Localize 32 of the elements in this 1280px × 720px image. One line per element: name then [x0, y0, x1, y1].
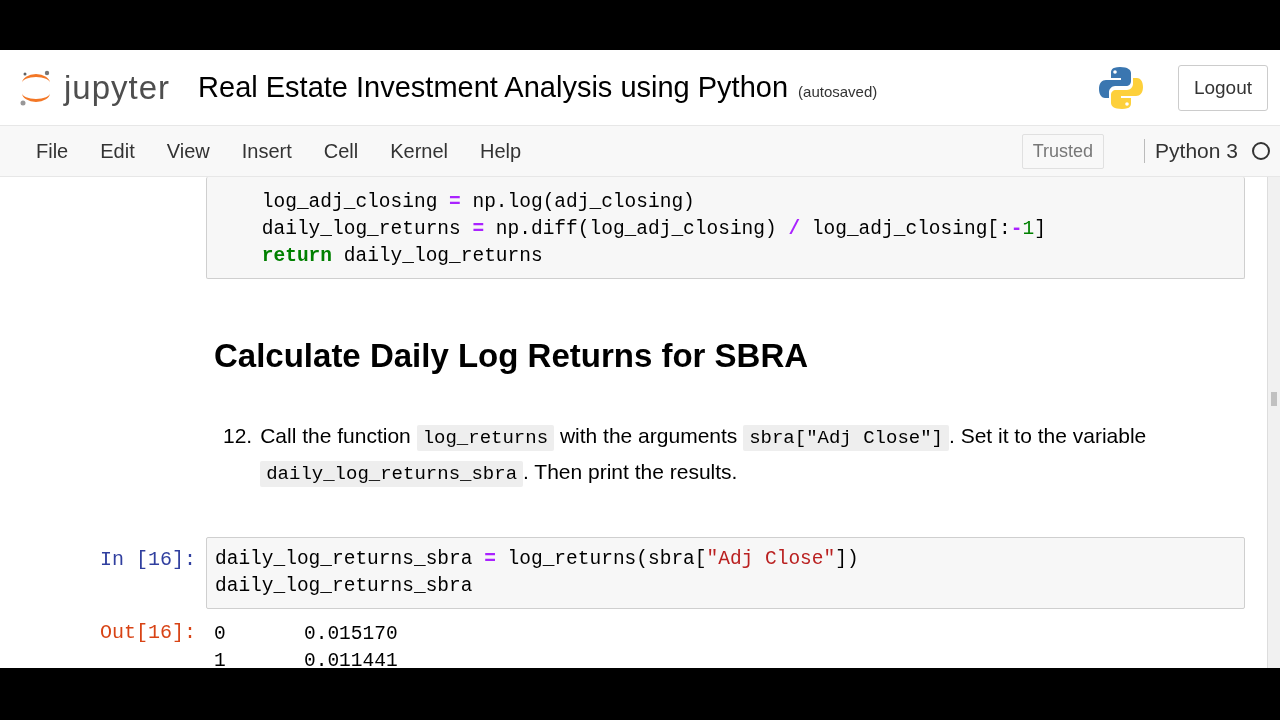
code-line: daily_log_returns = np.diff(log_adj_closing) / log_adj_closing[:-1]: [260, 218, 1046, 240]
trusted-button[interactable]: Trusted: [1021, 133, 1105, 169]
output-value: 0.011441: [304, 649, 398, 668]
scrollbar[interactable]: [1267, 177, 1280, 668]
list-number: 12.: [223, 423, 253, 449]
menu-item[interactable]: Help: [464, 139, 538, 163]
output-index: 1: [214, 649, 227, 668]
menu-item[interactable]: Cell: [307, 139, 375, 163]
instruction-text: Call the function log_returns with the arguments sbra["Adj Close"] . Set it to the variable daily_log_returns_sbra . Then print the results.: [260, 423, 1148, 489]
code-cell[interactable]: daily_log_returns_sbra = log_returns(sbra["Adj Close"]) daily_log_returns_sbra: [206, 537, 1245, 609]
logout-button[interactable]: Logout: [1177, 64, 1268, 111]
output-index: 0: [214, 622, 227, 647]
section-heading: Calculate Daily Log Returns for SBRA: [214, 337, 809, 375]
input-prompt: In [16]:: [100, 547, 196, 571]
code-line: daily_log_returns_sbra = log_returns(sbra["Adj Close"]): [215, 548, 859, 570]
menu-item[interactable]: File: [20, 139, 85, 163]
code-line: return daily_log_returns: [260, 245, 543, 267]
code-cell[interactable]: log_adj_closing = np.log(adj_closing) daily_log_returns = np.diff(log_adj_closing) / log_adj_closing[:-1] return daily_log_returns: [206, 177, 1245, 279]
menu-item[interactable]: Insert: [225, 139, 308, 163]
kernel-idle-icon: [1252, 142, 1270, 160]
notebook-title[interactable]: Real Estate Investment Analysis using Python: [198, 71, 789, 104]
code-line: log_adj_closing = np.log(adj_closing): [260, 191, 695, 213]
code-line: daily_log_returns_sbra: [215, 575, 473, 597]
python-logo-icon: [1097, 64, 1144, 111]
output-prompt: Out[16]:: [100, 621, 196, 644]
kernel-name: Python 3: [1144, 139, 1238, 163]
autosave-status: (autosaved): [798, 83, 878, 100]
menu-item[interactable]: Edit: [84, 139, 151, 163]
menu-item[interactable]: View: [150, 139, 226, 163]
menu-item[interactable]: Kernel: [374, 139, 464, 163]
jupyter-logo-text: jupyter: [64, 68, 171, 107]
output-value: 0.015170: [304, 622, 398, 647]
